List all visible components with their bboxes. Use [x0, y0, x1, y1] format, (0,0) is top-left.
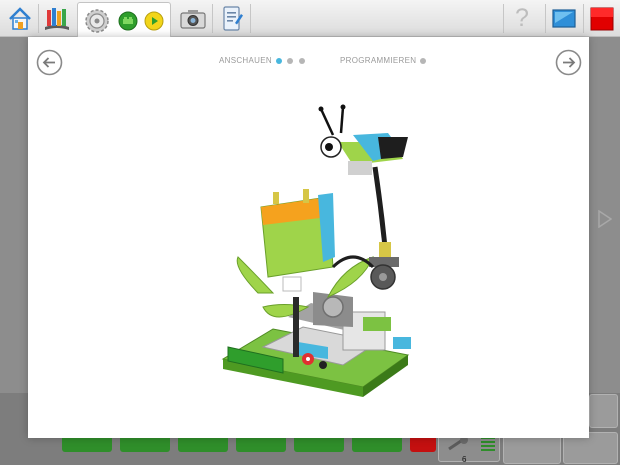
home-icon	[9, 6, 31, 30]
toolbar-separator	[212, 4, 213, 33]
book-icon	[45, 7, 69, 30]
camera-icon	[180, 9, 206, 29]
help-icon: ?	[515, 4, 529, 32]
step-indicator: ANSCHAUEN PROGRAMMIEREN	[28, 55, 589, 69]
display-icon	[552, 8, 576, 28]
display-button[interactable]	[551, 3, 577, 34]
palette-slot[interactable]	[589, 394, 618, 428]
top-toolbar: ?	[0, 0, 620, 38]
toolbar-separator	[38, 4, 39, 33]
step-dot[interactable]	[287, 58, 293, 64]
toolbar-separator	[503, 4, 504, 33]
camera-button[interactable]	[178, 3, 208, 34]
toolbar-separator	[545, 4, 546, 33]
step-dot[interactable]	[299, 58, 305, 64]
toolbar-separator	[583, 4, 584, 33]
instructions-modal: ANSCHAUEN PROGRAMMIEREN	[28, 37, 589, 438]
step-dot-active[interactable]	[276, 58, 282, 64]
stop-button[interactable]	[589, 3, 615, 34]
brick-icon	[118, 11, 138, 31]
sensor-count: 6	[462, 455, 467, 464]
document-button[interactable]	[218, 3, 246, 34]
help-button[interactable]: ?	[509, 3, 535, 34]
step-dot[interactable]	[420, 58, 426, 64]
lego-model-image	[221, 104, 411, 397]
step-label-program[interactable]: PROGRAMMIEREN	[340, 56, 416, 65]
stop-icon	[590, 7, 614, 30]
play-triangle-icon[interactable]	[598, 210, 612, 228]
step-label-look[interactable]: ANSCHAUEN	[219, 56, 272, 65]
home-button[interactable]	[6, 3, 34, 34]
document-icon	[223, 5, 243, 31]
level-bars-icon	[481, 437, 495, 451]
gear-icon	[85, 9, 109, 33]
projects-button[interactable]	[42, 3, 72, 34]
program-tab[interactable]	[77, 2, 171, 38]
play-icon	[144, 11, 164, 31]
toolbar-separator	[250, 4, 251, 33]
